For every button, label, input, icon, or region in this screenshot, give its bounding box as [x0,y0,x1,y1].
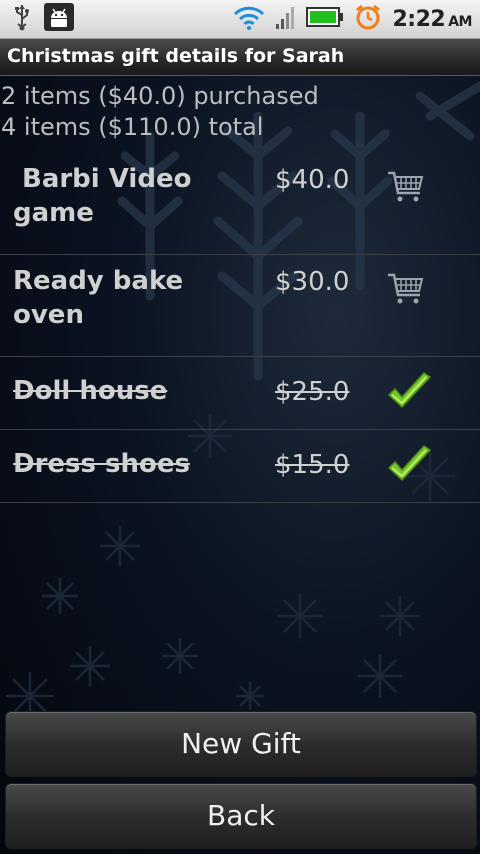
checkmark-icon[interactable] [386,371,434,419]
gift-row[interactable]: Doll house $25.0 [0,357,480,430]
page-title: Christmas gift details for Sarah [7,45,345,67]
title-bar: Christmas gift details for Sarah [0,39,480,76]
cart-icon[interactable] [386,269,426,315]
gift-name: Barbi Video game [13,164,192,228]
clock: 2:22 AM [392,7,472,32]
gift-row[interactable]: Ready bake oven $30.0 [0,255,480,357]
clock-ampm: AM [448,13,472,30]
back-button[interactable]: Back [5,783,477,849]
gift-name: Ready bake oven [13,266,184,330]
wifi-icon [232,3,266,35]
clock-time: 2:22 [392,6,446,32]
gift-price: $25.0 [275,377,350,407]
summary: 2 items ($40.0) purchased 4 items ($110.… [1,81,319,143]
gift-price: $30.0 [275,267,350,297]
gift-price: $40.0 [275,165,350,195]
gift-row[interactable]: Dress shoes $15.0 [0,430,480,503]
android-debug-icon [44,3,74,35]
signal-icon [276,4,296,34]
gift-price: $15.0 [275,450,350,480]
gift-name: Dress shoes [13,449,190,479]
gift-name: Doll house [13,376,168,406]
status-bar: 2:22 AM [0,0,480,39]
usb-icon [14,3,30,35]
gift-list: Barbi Video game $40.0 Ready bake oven $… [0,153,480,503]
cart-icon[interactable] [386,167,426,213]
purchased-summary: 2 items ($40.0) purchased [1,82,319,110]
gift-row[interactable]: Barbi Video game $40.0 [0,153,480,255]
checkmark-icon[interactable] [386,444,434,492]
new-gift-button[interactable]: New Gift [5,711,477,777]
battery-icon [306,5,344,33]
total-summary: 4 items ($110.0) total [1,113,264,141]
alarm-icon [354,3,382,35]
